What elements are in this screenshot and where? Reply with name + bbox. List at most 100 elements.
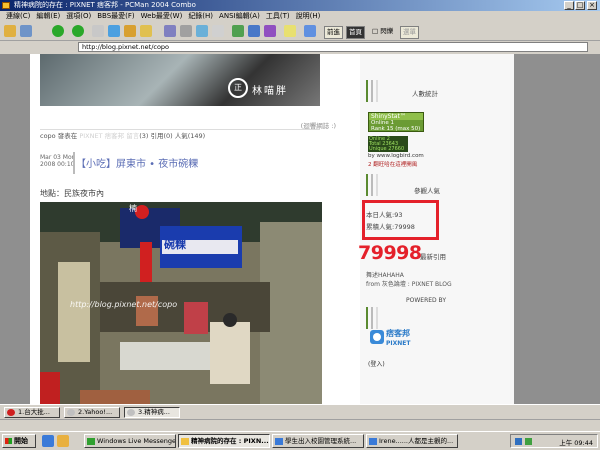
task-label: Windows Live Messenger [97, 437, 176, 445]
menu-connect[interactable]: 連線(C) [6, 11, 30, 22]
address-input[interactable]: http://blog.pixnet.net/copo [78, 42, 588, 52]
shinystat-badge[interactable]: ShinyStat™ Online 1 Rank 15 (max 50) [368, 112, 424, 132]
badge-rank: Rank 15 (max 50) [371, 126, 421, 132]
messenger-icon [87, 438, 95, 445]
favorites-icon[interactable] [140, 25, 152, 37]
color-icon[interactable] [232, 25, 244, 37]
menu-history[interactable]: 紀錄(H) [188, 11, 213, 22]
maximize-button[interactable]: □ [575, 1, 585, 10]
banner-stamp: 正 [228, 78, 248, 98]
task-school[interactable]: 學生出入校園管理系統... [272, 434, 364, 448]
post-title[interactable]: 【小吃】屏東市 • 夜市碗粿 [76, 155, 198, 170]
start-button[interactable]: 開始 [2, 434, 36, 448]
tab-icon [67, 409, 75, 416]
stop-icon[interactable] [92, 25, 104, 37]
menu-bbs-fav[interactable]: BBS最愛(F) [97, 11, 134, 22]
photo-watermark: http://blog.pixnet.net/copo [70, 300, 178, 309]
volume-icon[interactable] [525, 438, 532, 445]
menu-help[interactable]: 說明(H) [296, 11, 321, 22]
copy-icon[interactable] [164, 25, 176, 37]
menu-tools[interactable]: 工具(T) [266, 11, 290, 22]
task-label: 精神病院的存在 : PIXN... [191, 437, 269, 445]
sidebar-deco-lines-2 [366, 174, 384, 196]
forward-text-button[interactable]: 前進 [324, 26, 343, 39]
home-icon[interactable] [124, 25, 136, 37]
home-text-button[interactable]: 首頁 [346, 26, 365, 39]
connect-icon[interactable] [20, 25, 32, 37]
task-messenger[interactable]: Windows Live Messenger [84, 434, 176, 448]
photo-sign-text: 碗粿 [164, 238, 186, 251]
help-icon[interactable] [304, 25, 316, 37]
quicklaunch-ie-icon[interactable] [42, 435, 54, 447]
tab-label: 2.Yahoo!... [78, 408, 113, 416]
trackback-item-1[interactable]: 舞述HAHAHA [366, 270, 404, 279]
tab-icon [7, 409, 15, 416]
task-irene[interactable]: Irene......人都是主觀的... [366, 434, 458, 448]
login-link[interactable]: (登入) [368, 359, 385, 368]
title-bar: 精神病院的存在 : PIXNET 痞客邦 - PCMan 2004 Combo … [0, 0, 600, 11]
logbird-counter[interactable]: Online 2 Total 23643 Unique 27660 [368, 136, 408, 152]
post-meta: copo 發表在 PIXNET 痞客邦 留言(3) 引用(0) 人氣(149) [40, 130, 205, 140]
network-icon[interactable] [515, 438, 522, 445]
search-icon[interactable] [248, 25, 260, 37]
task-label: Irene......人都是主觀的... [379, 437, 454, 445]
menu-edit[interactable]: 編輯(E) [36, 11, 60, 22]
menu-options[interactable]: 選項(O) [66, 11, 91, 22]
refresh-icon[interactable] [108, 25, 120, 37]
blog-page: 正 林喵胖 (迴響網誌 :) copo 發表在 PIXNET 痞客邦 留言(3)… [30, 54, 514, 404]
trackback-title: 最新引用 [420, 253, 446, 261]
settings-icon[interactable] [212, 25, 224, 37]
menu-ansi-edit[interactable]: ANSI編輯(A) [219, 11, 260, 22]
tab-bar: 1.台大批... 2.Yahoo!... 3.精神病... [0, 404, 600, 419]
sidebar-deco-lines [366, 80, 384, 102]
minimize-button[interactable]: _ [564, 1, 574, 10]
pixnet-logo-cn: 痞客邦 [386, 329, 410, 338]
post-counts: (3) 引用(0) 人氣(149) [139, 132, 206, 140]
post-site-link[interactable]: PIXNET 痞客邦 [79, 132, 124, 140]
menu-dropdown[interactable]: 選單 [400, 26, 419, 39]
post-author: copo 發表在 [40, 132, 78, 140]
trackback-item-2[interactable]: from 灰色論壇 : PIXNET BLOG [366, 279, 452, 288]
popularity-title: 參觀人氣 [414, 187, 440, 195]
lock-icon[interactable] [284, 25, 296, 37]
blog-banner[interactable]: 正 林喵胖 [40, 54, 320, 106]
pixnet-logo-en: PIXNET [386, 340, 411, 347]
sidebar: 人數統計 ShinyStat™ Online 1 Rank 15 (max 50… [358, 54, 514, 404]
menu-bar: 連線(C) 編輯(E) 選項(O) BBS最愛(F) Web最愛(W) 紀錄(H) ANSI… [0, 11, 600, 22]
map-link[interactable]: 2 翻旺哈在這裡開風 [368, 160, 417, 168]
back-icon[interactable] [52, 25, 64, 37]
pixnet-logo[interactable]: 痞客邦 PIXNET [368, 326, 424, 356]
badge-title: ShinyStat™ [369, 113, 423, 120]
paste-icon[interactable] [180, 25, 192, 37]
logbird-credit[interactable]: by www.logbird.com [368, 153, 424, 159]
ie-icon [369, 438, 377, 445]
task-pcman[interactable]: 精神病院的存在 : PIXN... [178, 434, 270, 448]
ansi-icon[interactable] [196, 25, 208, 37]
powered-by-title: POWERED BY [406, 297, 447, 304]
quicklaunch-folder-icon[interactable] [57, 435, 69, 447]
window-title: 精神病院的存在 : PIXNET 痞客邦 - PCMan 2004 Combo [14, 1, 196, 9]
tab-label: 1.台大批... [18, 408, 50, 416]
post-photo[interactable]: 碗粿 楠 http://blog.pixnet.net/copo [40, 202, 322, 404]
address-bar: http://blog.pixnet.net/copo [0, 41, 600, 54]
title-divider [73, 152, 75, 174]
blink-checkbox[interactable]: □ 閃爍 [370, 26, 395, 37]
status-bar [0, 419, 600, 431]
menu-web-fav[interactable]: Web最愛(W) [141, 11, 183, 22]
system-tray: 上午 09:44 [510, 434, 598, 448]
clock: 上午 09:44 [559, 439, 593, 447]
windows-logo-icon [5, 438, 12, 444]
tab-2[interactable]: 2.Yahoo!... [64, 407, 120, 418]
forward-icon[interactable] [72, 25, 84, 37]
banner-title: 林喵胖 [252, 86, 288, 97]
photo-sign-red: 楠 [129, 204, 137, 213]
close-button[interactable]: × [587, 1, 597, 10]
start-label: 開始 [14, 437, 28, 445]
pcman-icon [181, 438, 189, 445]
tab-3[interactable]: 3.精神病... [124, 407, 180, 418]
stats-title: 人數統計 [412, 90, 438, 98]
folder-icon[interactable] [4, 25, 16, 37]
magnify-icon[interactable] [264, 25, 276, 37]
tab-1[interactable]: 1.台大批... [4, 407, 60, 418]
post-comment-link[interactable]: 留言 [126, 132, 139, 140]
